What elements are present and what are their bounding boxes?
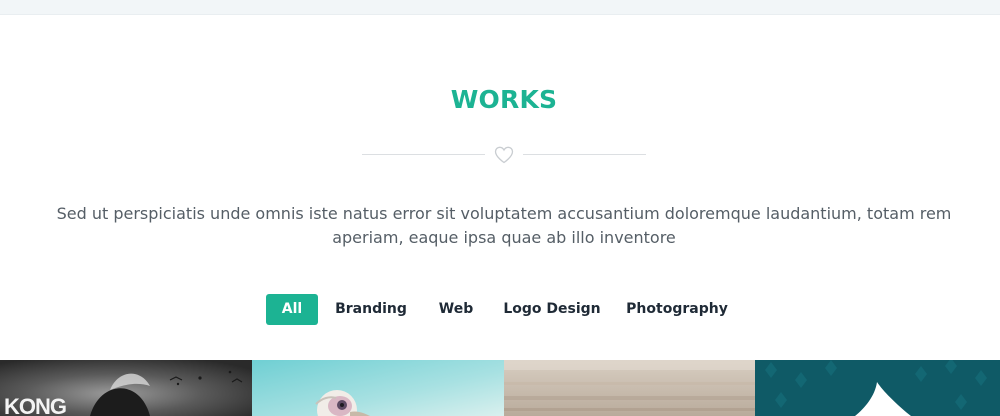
portfolio-image-teal-pattern <box>755 360 1000 416</box>
portfolio-grid: KONG <box>0 360 1000 416</box>
filter-all[interactable]: All <box>266 294 318 325</box>
filter-web[interactable]: Web <box>430 294 482 325</box>
portfolio-image-grayscale-poster: KONG <box>0 360 252 416</box>
filter-branding[interactable]: Branding <box>327 294 415 325</box>
portfolio-image-sand-texture <box>504 360 755 416</box>
title-divider <box>362 146 646 164</box>
section-title: WORKS <box>450 85 558 114</box>
poster-overlay-text: KONG <box>4 394 66 416</box>
portfolio-filter-bar: All Branding Web Logo Design Photography <box>0 294 1000 326</box>
divider-line-right <box>523 154 646 155</box>
portfolio-item-4[interactable] <box>755 360 1000 416</box>
works-section: WORKS Sed ut perspiciatis unde omnis ist… <box>0 14 1000 416</box>
divider-line-left <box>362 154 485 155</box>
portfolio-item-2[interactable] <box>252 360 504 416</box>
heart-icon <box>494 146 514 164</box>
filter-photography[interactable]: Photography <box>620 294 734 325</box>
filter-logo-design[interactable]: Logo Design <box>500 294 604 325</box>
portfolio-item-3[interactable] <box>504 360 755 416</box>
top-header-strip <box>0 0 1000 15</box>
section-description: Sed ut perspiciatis unde omnis iste natu… <box>56 204 952 247</box>
portfolio-item-1[interactable]: KONG <box>0 360 252 416</box>
portfolio-image-bird <box>252 360 504 416</box>
